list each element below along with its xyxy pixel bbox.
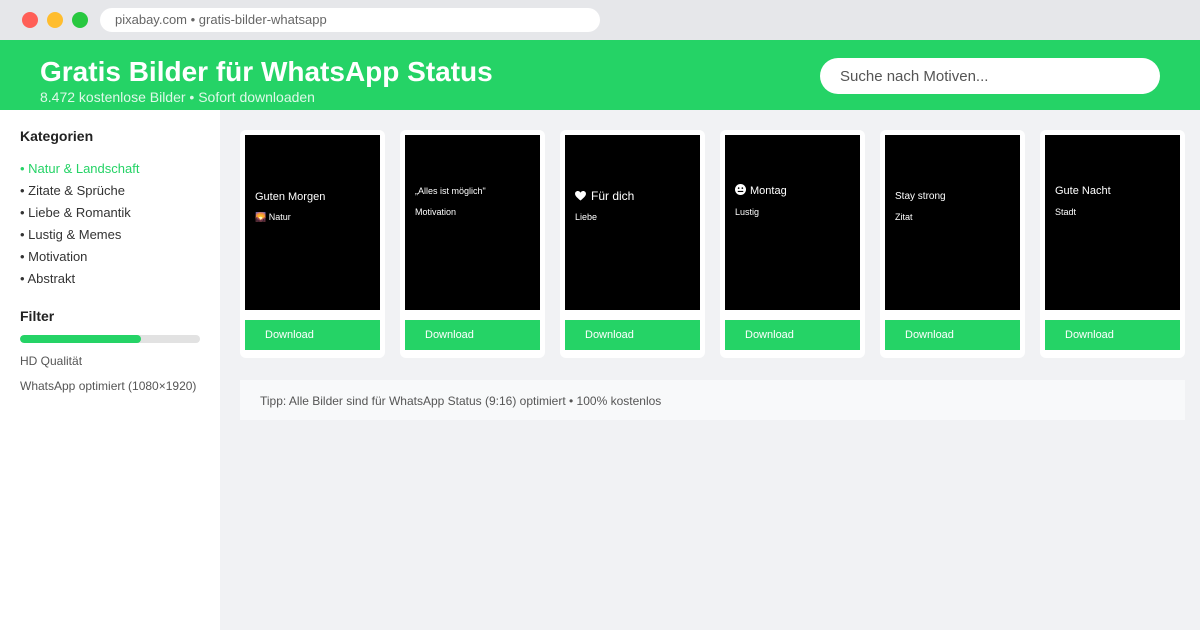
thumbnail-title: Montag (750, 185, 787, 197)
download-button[interactable]: Download (565, 320, 700, 350)
heart-icon (575, 191, 586, 201)
image-card[interactable]: Guten Morgen 🌄 Natur Download (240, 130, 385, 358)
window-minimize-button[interactable] (47, 12, 63, 28)
category-item[interactable]: • Lustig & Memes (20, 224, 139, 246)
image-card[interactable]: Für dich Liebe Download (560, 130, 705, 358)
page-title: Gratis Bilder für WhatsApp Status (40, 56, 493, 87)
address-bar[interactable]: pixabay.com • gratis-bilder-whatsapp (100, 8, 600, 32)
thumbnail-tag: Zitat (895, 212, 913, 222)
category-list: • Natur & Landschaft • Zitate & Sprüche … (20, 158, 139, 290)
page-header: Gratis Bilder für WhatsApp Status 8.472 … (0, 40, 1200, 110)
download-button[interactable]: Download (405, 320, 540, 350)
thumbnail-title-row: Für dich (575, 189, 634, 203)
download-button[interactable]: Download (725, 320, 860, 350)
search-input[interactable] (820, 58, 1160, 94)
emoji-icon (735, 184, 746, 195)
tip-banner: Tipp: Alle Bilder sind für WhatsApp Stat… (240, 380, 1185, 420)
thumbnail-title: „Alles ist möglich" (415, 186, 486, 196)
thumbnail-tag: 🌄 Natur (255, 212, 291, 222)
thumbnail-title: Guten Morgen (255, 191, 326, 203)
filter-slider-fill (20, 335, 141, 343)
browser-chrome: pixabay.com • gratis-bilder-whatsapp (0, 0, 1200, 40)
category-item[interactable]: • Liebe & Romantik (20, 202, 139, 224)
sidebar: Kategorien • Natur & Landschaft • Zitate… (0, 110, 220, 630)
image-thumbnail[interactable]: Montag Lustig (725, 135, 860, 310)
image-thumbnail[interactable]: „Alles ist möglich" Motivation (405, 135, 540, 310)
category-item[interactable]: • Natur & Landschaft (20, 158, 139, 180)
window-maximize-button[interactable] (72, 12, 88, 28)
thumbnail-title: Für dich (591, 189, 635, 203)
image-card[interactable]: Montag Lustig Download (720, 130, 865, 358)
thumbnail-title-row: Montag (735, 184, 787, 197)
thumbnail-tag: Liebe (575, 212, 598, 222)
image-card[interactable]: „Alles ist möglich" Motivation Download (400, 130, 545, 358)
image-card[interactable]: Gute Nacht Stadt Download (1040, 130, 1185, 358)
filter-option-whatsapp[interactable]: WhatsApp optimiert (1080×1920) (20, 379, 196, 393)
category-item[interactable]: • Zitate & Sprüche (20, 180, 139, 202)
category-item[interactable]: • Motivation (20, 246, 139, 268)
categories-heading: Kategorien (20, 128, 94, 144)
thumbnail-tag: Lustig (735, 207, 760, 217)
thumbnail-title: Stay strong (895, 191, 946, 202)
download-button[interactable]: Download (885, 320, 1020, 350)
image-thumbnail[interactable]: Stay strong Zitat (885, 135, 1020, 310)
download-button[interactable]: Download (245, 320, 380, 350)
image-thumbnail[interactable]: Guten Morgen 🌄 Natur (245, 135, 380, 310)
image-thumbnail[interactable]: Für dich Liebe (565, 135, 700, 310)
thumbnail-title: Gute Nacht (1055, 185, 1111, 197)
filter-slider[interactable] (20, 335, 200, 343)
window-close-button[interactable] (22, 12, 38, 28)
image-thumbnail[interactable]: Gute Nacht Stadt (1045, 135, 1180, 310)
category-item[interactable]: • Abstrakt (20, 268, 139, 290)
download-button[interactable]: Download (1045, 320, 1180, 350)
image-card[interactable]: Stay strong Zitat Download (880, 130, 1025, 358)
page-subtitle: 8.472 kostenlose Bilder • Sofort downloa… (40, 89, 315, 105)
thumbnail-tag: Stadt (1055, 207, 1077, 217)
filter-heading: Filter (20, 308, 55, 324)
thumbnail-tag: Motivation (415, 207, 457, 217)
filter-option-hd[interactable]: HD Qualität (20, 354, 82, 368)
